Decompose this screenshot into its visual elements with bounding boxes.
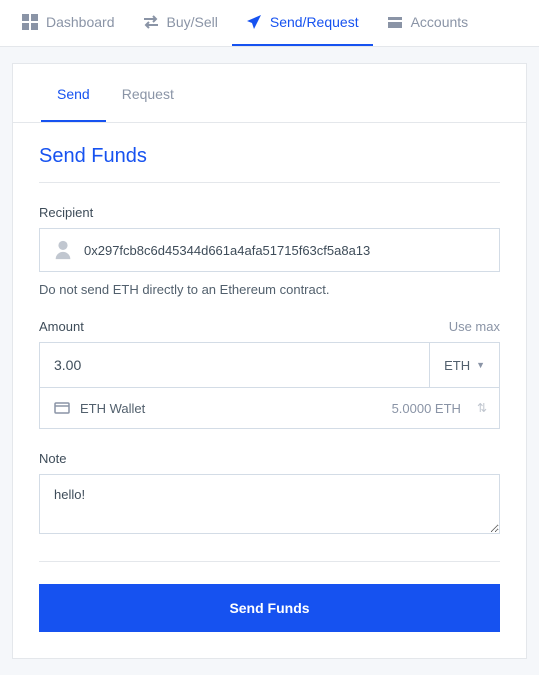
tab-send[interactable]: Send: [41, 64, 106, 122]
card-tabs: Send Request: [13, 64, 526, 123]
wallet-icon: [54, 400, 70, 416]
nav-label: Buy/Sell: [167, 14, 218, 30]
dashboard-icon: [22, 14, 38, 30]
nav-label: Send/Request: [270, 14, 359, 30]
divider: [39, 561, 500, 562]
currency-label: ETH: [444, 358, 470, 373]
currency-selector[interactable]: ETH ▼: [429, 343, 499, 387]
nav-label: Accounts: [411, 14, 469, 30]
page-title: Send Funds: [39, 145, 500, 183]
wallet-balance: 5.0000 ETH: [392, 401, 461, 416]
recipient-label: Recipient: [39, 205, 93, 220]
chevron-down-icon: ▼: [476, 360, 485, 370]
nav-accounts[interactable]: Accounts: [373, 0, 483, 46]
send-icon: [246, 14, 262, 30]
top-nav: Dashboard Buy/Sell Send/Request Accounts: [0, 0, 539, 47]
amount-group: ETH ▼ ETH Wallet 5.0000 ETH ⇅: [39, 342, 500, 429]
recipient-field[interactable]: [39, 228, 500, 272]
nav-dashboard[interactable]: Dashboard: [8, 0, 129, 46]
page-background: Send Request Send Funds Recipient Do not…: [0, 47, 539, 675]
exchange-icon: [143, 14, 159, 30]
amount-label: Amount: [39, 319, 84, 334]
wallet-name: ETH Wallet: [80, 401, 382, 416]
recipient-hint: Do not send ETH directly to an Ethereum …: [39, 282, 500, 297]
tab-request[interactable]: Request: [106, 64, 190, 122]
recipient-input[interactable]: [84, 243, 487, 258]
nav-buysell[interactable]: Buy/Sell: [129, 0, 232, 46]
send-card: Send Request Send Funds Recipient Do not…: [12, 63, 527, 659]
send-funds-button[interactable]: Send Funds: [39, 584, 500, 632]
sort-icon: ⇅: [477, 401, 485, 415]
note-input[interactable]: hello!: [39, 474, 500, 534]
avatar-icon: [52, 239, 74, 261]
wallet-selector[interactable]: ETH Wallet 5.0000 ETH ⇅: [40, 388, 499, 428]
note-label: Note: [39, 451, 66, 466]
accounts-icon: [387, 14, 403, 30]
nav-sendrequest[interactable]: Send/Request: [232, 0, 373, 46]
use-max-button[interactable]: Use max: [449, 319, 500, 334]
nav-label: Dashboard: [46, 14, 115, 30]
amount-input[interactable]: [40, 343, 429, 387]
card-body: Send Funds Recipient Do not send ETH dir…: [13, 123, 526, 658]
